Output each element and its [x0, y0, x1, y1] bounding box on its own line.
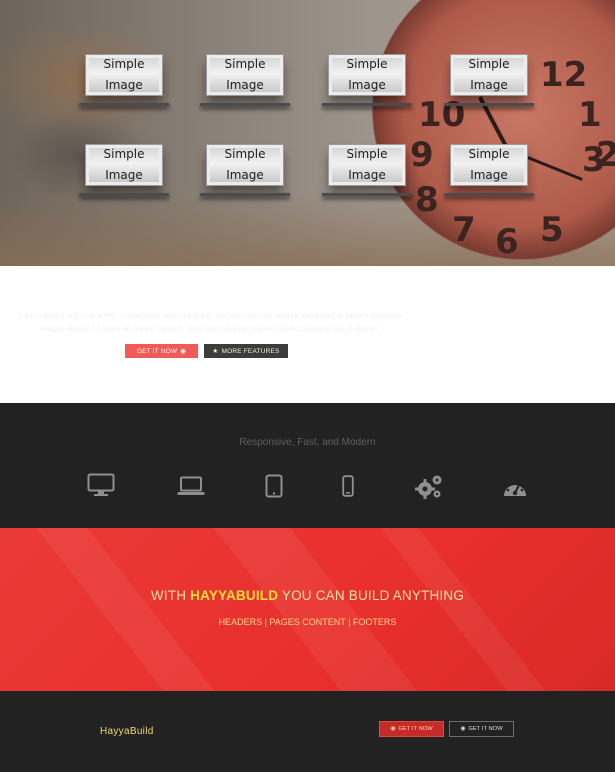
- clock-number: 9: [410, 135, 434, 175]
- footer-section: HayyaBuild ◉ GET IT NOW ◉ GET IT NOW: [0, 691, 615, 772]
- simple-image-thumbnail[interactable]: Simple Image: [207, 55, 283, 95]
- thumbnail-label: Simple: [468, 57, 510, 71]
- eye-icon: ◉: [460, 726, 466, 732]
- thumbnail-stand: [444, 193, 534, 196]
- clock-number: 12: [540, 55, 588, 95]
- simple-image-thumbnail[interactable]: Simple Image: [329, 55, 405, 95]
- thumbnail-stand: [322, 103, 412, 106]
- clock-number: 10: [418, 95, 466, 135]
- thumbnail-label: Image: [470, 78, 508, 92]
- thumbnail-label: Simple: [224, 147, 266, 161]
- hero-section: 10 11 12 1 2 3 9 8 7 6 5 Simple Image Si…: [0, 0, 615, 266]
- get-it-now-label: GET IT NOW: [136, 347, 178, 355]
- thumbnail-label: Image: [348, 168, 386, 182]
- intro-section: Lorem ipsum dolor sit amet, consectetur …: [0, 266, 615, 403]
- star-icon: ★: [212, 348, 219, 355]
- desktop-icon: [87, 473, 115, 497]
- cta-section: WITH HAYYABUILD YOU CAN BUILD ANYTHING H…: [0, 528, 615, 691]
- background-stripe: [25, 528, 255, 691]
- thumbnail-stand: [444, 103, 534, 106]
- thumbnail-label: Image: [348, 78, 386, 92]
- thumbnail-label: Simple: [468, 147, 510, 161]
- thumbnail-label: Simple: [103, 147, 145, 161]
- more-features-button[interactable]: ★ MORE FEATURES: [204, 344, 288, 358]
- tablet-icon: [265, 474, 283, 498]
- simple-image-thumbnail[interactable]: Simple Image: [86, 145, 162, 185]
- get-it-now-button[interactable]: GET IT NOW ◉: [125, 344, 198, 358]
- thumbnail-label: Image: [226, 78, 264, 92]
- speedometer-icon: [502, 476, 528, 498]
- footer-get-it-now-outline-label: GET IT NOW: [468, 726, 503, 732]
- features-section: Responsive, Fast, and Modern: [0, 403, 615, 528]
- cta-brand: HAYYABUILD: [190, 588, 279, 603]
- cta-title: WITH HAYYABUILD YOU CAN BUILD ANYTHING: [0, 588, 615, 603]
- clock-number: 6: [495, 222, 519, 262]
- eye-icon: ◉: [180, 348, 187, 355]
- thumbnail-label: Image: [470, 168, 508, 182]
- thumbnail-label: Image: [105, 168, 143, 182]
- thumbnail-label: Simple: [103, 57, 145, 71]
- intro-description: Lorem ipsum dolor sit amet, consectetur …: [18, 311, 402, 333]
- laptop-icon: [177, 476, 205, 496]
- background-stripe: [380, 528, 590, 691]
- phone-icon: [342, 475, 354, 497]
- gears-icon: [414, 474, 444, 500]
- cta-subtitle: HEADERS | PAGES CONTENT | FOOTERS: [218, 617, 397, 627]
- cta-title-suffix: YOU CAN BUILD ANYTHING: [281, 588, 465, 603]
- thumbnail-stand: [322, 193, 412, 196]
- clock-number: 3: [582, 140, 606, 180]
- thumbnail-label: Simple: [346, 57, 388, 71]
- thumbnail-label: Simple: [224, 57, 266, 71]
- eye-icon: ◉: [390, 726, 396, 732]
- thumbnail-label: Image: [226, 168, 264, 182]
- clock-number: 7: [452, 210, 476, 250]
- simple-image-thumbnail[interactable]: Simple Image: [451, 55, 527, 95]
- simple-image-thumbnail[interactable]: Simple Image: [207, 145, 283, 185]
- simple-image-thumbnail[interactable]: Simple Image: [86, 55, 162, 95]
- footer-get-it-now-outline-button[interactable]: ◉ GET IT NOW: [449, 721, 514, 737]
- thumbnail-stand: [79, 193, 169, 196]
- footer-logo[interactable]: HayyaBuild: [100, 726, 154, 737]
- thumbnail-label: Simple: [346, 147, 388, 161]
- clock-number: 1: [578, 95, 602, 135]
- thumbnail-stand: [79, 103, 169, 106]
- simple-image-thumbnail[interactable]: Simple Image: [329, 145, 405, 185]
- more-features-label: MORE FEATURES: [221, 347, 280, 355]
- features-title: Responsive, Fast, and Modern: [239, 437, 376, 448]
- thumbnail-stand: [200, 193, 290, 196]
- thumbnail-stand: [200, 103, 290, 106]
- simple-image-thumbnail[interactable]: Simple Image: [451, 145, 527, 185]
- clock-number: 8: [415, 180, 439, 220]
- cta-title-prefix: WITH: [150, 588, 187, 603]
- clock-number: 5: [540, 210, 564, 250]
- footer-get-it-now-button[interactable]: ◉ GET IT NOW: [379, 721, 444, 737]
- footer-get-it-now-label: GET IT NOW: [398, 726, 433, 732]
- thumbnail-label: Image: [105, 78, 143, 92]
